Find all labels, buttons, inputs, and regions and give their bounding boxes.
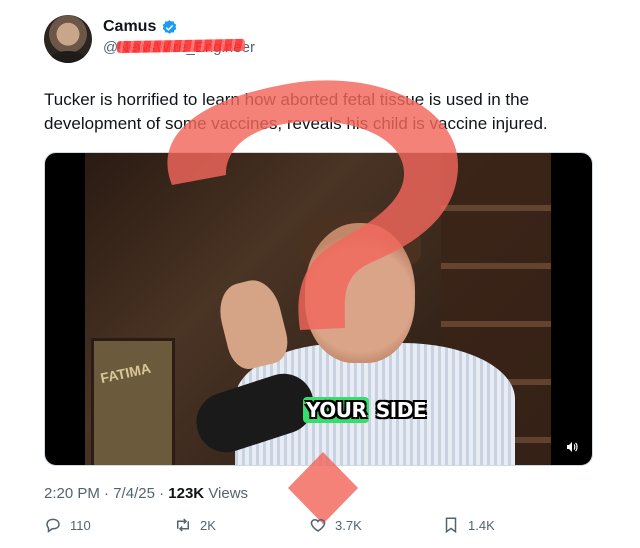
caption-highlight: YOUR [303, 397, 370, 423]
heart-icon [310, 518, 326, 532]
repost-button[interactable]: 2K [174, 516, 216, 534]
like-count: 3.7K [335, 517, 362, 533]
poster-background: FATIMA [91, 338, 175, 465]
reply-button[interactable]: 110 [44, 516, 91, 534]
like-button[interactable]: 3.7K [309, 516, 362, 534]
person-head [305, 223, 415, 363]
tweet-meta: 2:20 PM · 7/4/25 · 123K Views [44, 485, 249, 502]
video-caption: YOUR SIDE [297, 396, 432, 424]
handle-redaction-scribble [116, 38, 246, 54]
reply-icon [46, 518, 60, 533]
author-name[interactable]: Camus [103, 18, 156, 36]
action-bar: 110 2K 3.7K 1.4K [44, 516, 564, 538]
tweet-text: Tucker is horrified to learn how aborted… [44, 90, 548, 133]
bookmark-icon [445, 517, 457, 534]
poster-text: FATIMA [98, 359, 153, 387]
tweet-date[interactable]: 7/4/25 [113, 485, 155, 502]
bookmark-count: 1.4K [468, 517, 495, 533]
person-hand [213, 275, 293, 373]
author-avatar[interactable] [44, 15, 92, 63]
verified-badge-icon [163, 19, 177, 34]
video-frame: FATIMA YOUR SIDE [85, 153, 551, 465]
reply-count: 110 [70, 517, 91, 533]
view-count: 123K [168, 485, 205, 502]
tweet-time[interactable]: 2:20 PM [44, 485, 100, 502]
author-name-row: Camus [103, 18, 178, 36]
caption-rest: SIDE [369, 398, 427, 422]
repost-count: 2K [200, 517, 216, 533]
tweet-video[interactable]: FATIMA YOUR SIDE [44, 152, 593, 466]
mute-button[interactable] [562, 437, 582, 457]
speaker-icon [567, 442, 578, 452]
bookmark-button[interactable]: 1.4K [442, 516, 495, 534]
repost-icon [177, 518, 189, 532]
views-label: Views [208, 485, 249, 502]
